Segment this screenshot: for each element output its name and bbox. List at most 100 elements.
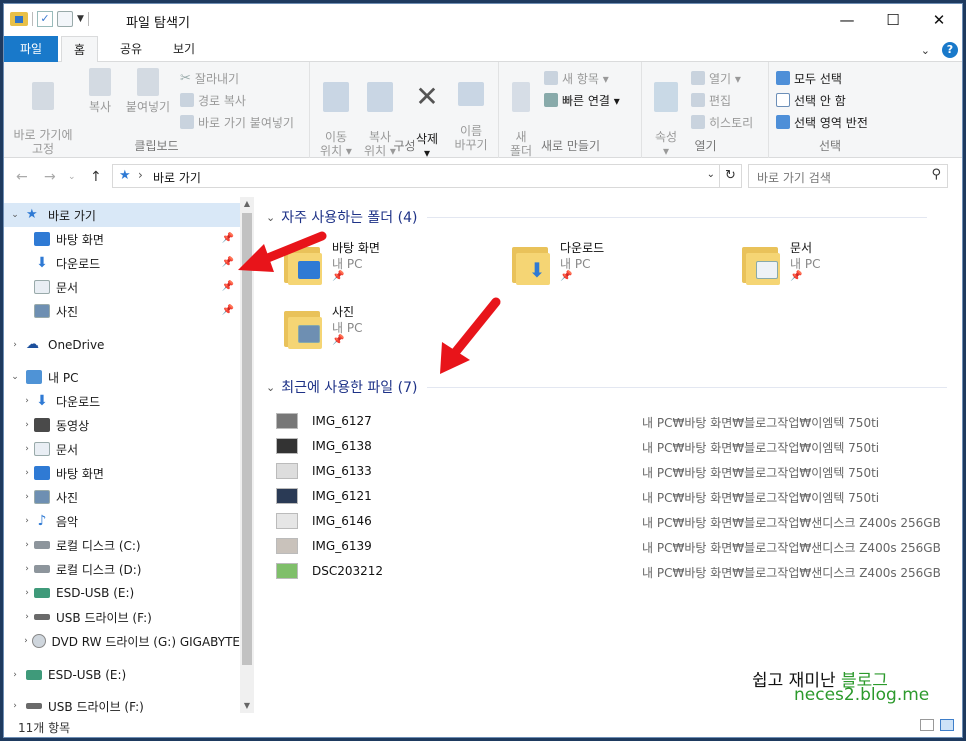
- chevron-right-icon[interactable]: ›: [8, 340, 22, 350]
- move-to-icon: [323, 82, 349, 112]
- recent-file-row[interactable]: IMG_6138 내 PC₩바탕 화면₩블로그작업₩이엠텍 750ti: [276, 434, 956, 458]
- history-button[interactable]: 히스토리: [691, 112, 753, 132]
- address-dropdown-icon[interactable]: ⌄: [707, 169, 715, 180]
- maximize-button[interactable]: ☐: [870, 4, 916, 36]
- chevron-right-icon[interactable]: ›: [20, 588, 34, 598]
- help-icon[interactable]: ?: [942, 42, 958, 58]
- tree-item-pc-downloads[interactable]: › ⬇ 다운로드: [4, 389, 240, 413]
- chevron-right-icon[interactable]: ›: [20, 444, 34, 454]
- tree-item-videos[interactable]: › 동영상: [4, 413, 240, 437]
- tree-item-quick-access[interactable]: ⌄ ★ 바로 가기: [4, 203, 240, 227]
- folder-icon: [284, 305, 324, 349]
- tree-item-onedrive[interactable]: › ☁ OneDrive: [4, 333, 240, 357]
- chevron-down-icon[interactable]: ⌄: [8, 372, 22, 382]
- recent-file-row[interactable]: IMG_6121 내 PC₩바탕 화면₩블로그작업₩이엠텍 750ti: [276, 484, 956, 508]
- chevron-right-icon[interactable]: ›: [20, 420, 34, 430]
- minimize-button[interactable]: —: [824, 4, 870, 36]
- tree-item-pc-documents[interactable]: › 문서: [4, 437, 240, 461]
- invert-selection-button[interactable]: 선택 영역 반전: [776, 112, 868, 132]
- recent-files-header[interactable]: ⌄ 최근에 사용한 파일 (7): [266, 377, 948, 397]
- tree-item-pc-pictures[interactable]: › 사진: [4, 485, 240, 509]
- copy-path-button[interactable]: 경로 복사: [180, 90, 246, 110]
- refresh-icon[interactable]: ↻: [719, 165, 741, 187]
- paste-button[interactable]: 붙여넣기: [122, 68, 174, 114]
- search-box[interactable]: 바로 가기 검색 ⚲: [748, 164, 948, 188]
- search-input[interactable]: 바로 가기 검색: [757, 169, 831, 186]
- tab-file[interactable]: 파일: [4, 36, 58, 62]
- tree-item-pictures[interactable]: 사진 📌: [4, 299, 240, 323]
- nav-scrollbar[interactable]: ▲ ▼: [240, 197, 254, 713]
- chevron-right-icon[interactable]: ›: [8, 701, 22, 711]
- paste-shortcut-label: 바로 가기 붙여넣기: [198, 115, 294, 130]
- breadcrumb[interactable]: 바로 가기: [153, 169, 201, 186]
- large-icons-view-icon[interactable]: [940, 719, 954, 731]
- recent-file-row[interactable]: IMG_6127 내 PC₩바탕 화면₩블로그작업₩이엠텍 750ti: [276, 409, 956, 433]
- tree-item-drive-f[interactable]: › USB 드라이브 (F:): [4, 605, 240, 629]
- forward-arrow-icon[interactable]: →: [44, 169, 56, 185]
- star-icon: ★: [26, 207, 38, 222]
- tab-view[interactable]: 보기: [161, 36, 207, 62]
- tab-share[interactable]: 공유: [108, 36, 154, 62]
- edit-button[interactable]: 편집: [691, 90, 731, 110]
- easy-access-button[interactable]: 빠른 연결 ▾: [544, 90, 620, 110]
- scroll-down-icon[interactable]: ▼: [240, 699, 254, 713]
- chevron-right-icon[interactable]: ›: [20, 468, 34, 478]
- close-button[interactable]: ✕: [916, 4, 962, 36]
- tree-item-this-pc[interactable]: ⌄ 내 PC: [4, 365, 240, 389]
- tree-item-drive-d[interactable]: › 로컬 디스크 (D:): [4, 557, 240, 581]
- folder-tile-desktop[interactable]: 바탕 화면 내 PC 📌: [284, 237, 504, 297]
- folder-tile-documents[interactable]: 문서 내 PC 📌: [742, 237, 962, 297]
- customize-qat-icon[interactable]: ▼: [77, 14, 84, 24]
- file-path: 내 PC₩바탕 화면₩블로그작업₩이엠텍 750ti: [642, 491, 880, 505]
- chevron-down-icon[interactable]: ⌄: [266, 381, 275, 394]
- chevron-right-icon[interactable]: ›: [20, 516, 34, 526]
- recent-file-row[interactable]: IMG_6146 내 PC₩바탕 화면₩블로그작업₩샌디스크 Z400s 256…: [276, 509, 956, 533]
- chevron-right-icon[interactable]: ›: [20, 564, 34, 574]
- chevron-down-icon[interactable]: ⌄: [8, 210, 22, 220]
- open-button[interactable]: 열기 ▾: [691, 68, 741, 88]
- tree-item-drive-c[interactable]: › 로컬 디스크 (C:): [4, 533, 240, 557]
- tree-item-drive-g[interactable]: › DVD RW 드라이브 (G:) GIGABYTE: [4, 629, 240, 653]
- recent-file-row[interactable]: DSC203212 내 PC₩바탕 화면₩블로그작업₩샌디스크 Z400s 25…: [276, 559, 956, 583]
- back-arrow-icon[interactable]: ←: [16, 169, 28, 185]
- recent-locations-icon[interactable]: ⌄: [68, 172, 76, 182]
- select-all-button[interactable]: 모두 선택: [776, 68, 842, 88]
- folder-tile-pictures[interactable]: 사진 내 PC 📌: [284, 301, 504, 361]
- copy-button[interactable]: 복사: [82, 68, 118, 114]
- details-view-icon[interactable]: [920, 719, 934, 731]
- tree-item-esd-usb[interactable]: › ESD-USB (E:): [4, 663, 240, 687]
- recent-file-row[interactable]: IMG_6133 내 PC₩바탕 화면₩블로그작업₩이엠텍 750ti: [276, 459, 956, 483]
- new-item-button[interactable]: 새 항목 ▾: [544, 68, 609, 88]
- chevron-down-icon[interactable]: ⌄: [921, 44, 930, 57]
- cut-button[interactable]: ✂ 잘라내기: [180, 68, 239, 88]
- paste-shortcut-button[interactable]: 바로 가기 붙여넣기: [180, 112, 294, 132]
- chevron-right-icon[interactable]: ›: [20, 396, 34, 406]
- scroll-thumb[interactable]: [242, 213, 252, 665]
- select-none-button[interactable]: 선택 안 함: [776, 90, 846, 110]
- easy-access-icon: [544, 93, 558, 107]
- chevron-down-icon[interactable]: ⌄: [266, 211, 275, 224]
- folder-tile-downloads[interactable]: ⬇ 다운로드 내 PC 📌: [512, 237, 732, 297]
- tree-item-drive-e[interactable]: › ESD-USB (E:): [4, 581, 240, 605]
- chevron-right-icon[interactable]: ›: [20, 540, 34, 550]
- up-arrow-icon[interactable]: ↑: [90, 169, 102, 185]
- tree-item-music[interactable]: › ♪ 음악: [4, 509, 240, 533]
- new-folder-qat-icon[interactable]: [57, 11, 73, 27]
- address-bar[interactable]: ★ › 바로 가기 ⌄ ↻: [112, 164, 742, 188]
- tree-item-usb-drive[interactable]: › USB 드라이브 (F:): [4, 694, 240, 714]
- properties-qat-icon[interactable]: ✓: [37, 11, 53, 27]
- frequent-folders-header[interactable]: ⌄ 자주 사용하는 폴더 (4): [266, 207, 928, 227]
- chevron-right-icon[interactable]: ›: [20, 636, 32, 646]
- chevron-right-icon[interactable]: ›: [8, 670, 22, 680]
- tab-home[interactable]: 홈: [61, 36, 99, 63]
- scroll-up-icon[interactable]: ▲: [240, 197, 254, 211]
- tree-item-pc-desktop[interactable]: › 바탕 화면: [4, 461, 240, 485]
- open-group-label: 열기: [694, 139, 717, 153]
- chevron-right-icon[interactable]: ›: [20, 492, 34, 502]
- tree-item-downloads[interactable]: ⬇ 다운로드 📌: [4, 251, 240, 275]
- tree-item-desktop[interactable]: 바탕 화면 📌: [4, 227, 240, 251]
- ribbon: 바로 가기에 고정 복사 붙여넣기 ✂ 잘라내기 경로 복사 바로 가기 붙여넣…: [4, 62, 962, 160]
- tree-item-documents[interactable]: 문서 📌: [4, 275, 240, 299]
- chevron-right-icon[interactable]: ›: [20, 612, 34, 622]
- recent-file-row[interactable]: IMG_6139 내 PC₩바탕 화면₩블로그작업₩샌디스크 Z400s 256…: [276, 534, 956, 558]
